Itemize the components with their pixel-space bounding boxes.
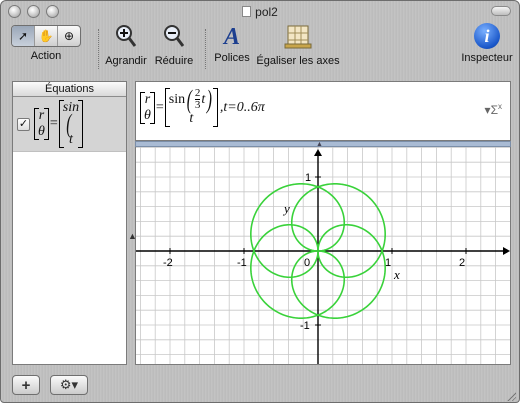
window-title: pol2 [1,5,519,19]
x-tick-label: 0 [304,257,310,269]
zoom-in-button[interactable]: Agrandir [101,23,151,67]
fonts-button[interactable]: A Polices [211,23,253,64]
editor-range: ,t=0..6π [219,99,265,115]
sigma-menu-button[interactable]: ▾Σx [485,102,502,117]
fonts-icon: A [223,24,240,50]
toolbar: ➚ ✋ ⊕ Action Agrandir Réduire A Polices … [1,23,519,79]
zoom-in-icon [116,25,137,47]
magnify-icon[interactable]: ⊕ [58,26,80,46]
zoom-in-label: Agrandir [105,55,147,67]
toolbar-separator [205,29,206,69]
rhs-matrix: sin( t [58,100,84,148]
info-icon: i [474,23,500,49]
action-tool: ➚ ✋ ⊕ Action [8,23,84,62]
editor-rhs-matrix: sin ( 2 3 t ) t [164,84,218,127]
editor-fraction: 2 3 [194,87,201,111]
editor-lhs-matrix: r θ [140,91,155,124]
lhs-matrix: r θ [34,108,49,140]
equation-preview: r θ = sin( t [34,100,84,148]
fonts-label: Polices [214,52,250,64]
bottom-bar: + ⚙▾ [1,369,519,402]
rhs-sin: sin( [62,100,80,138]
document-icon [242,6,252,17]
pointer-icon[interactable]: ➚ [12,26,35,46]
editor-lhs-r: r [144,91,151,107]
zoom-out-button[interactable]: Réduire [151,23,197,67]
toolbar-separator [98,29,99,69]
zoom-out-label: Réduire [154,55,194,67]
action-label: Action [30,50,62,62]
y-axis-arrow [314,149,322,156]
x-axis-label: x [393,267,400,282]
editor-expression: r θ = sin ( 2 3 t ) t ,t=0..6π [140,84,265,127]
zoom-out-icon [164,25,185,47]
equals-sign: = [49,116,58,131]
axes [136,149,510,364]
equalize-axes-button[interactable]: Égaliser les axes [255,23,341,67]
y-axis-label: y [282,201,290,216]
x-tick-label: -1 [237,257,247,269]
equations-list: Équations ✓ r θ = sin( t [12,81,127,365]
inspector-button[interactable]: i Inspecteur [456,23,518,64]
hand-icon[interactable]: ✋ [35,26,58,46]
title-bar: pol2 [1,1,519,23]
y-tick-label: 1 [305,172,311,184]
editor-equals: = [155,99,164,115]
action-segmented-control[interactable]: ➚ ✋ ⊕ [11,25,81,47]
equation-row[interactable]: ✓ r θ = sin( t [13,97,126,152]
equations-header: Équations [13,82,126,97]
x-axis-arrow [503,247,510,255]
editor-rhs-sin: sin ( 2 3 t ) [168,84,213,114]
x-tick-label: -2 [163,257,173,269]
graph-view[interactable]: -2 -1 0 1 2 1 -1 x y [135,147,511,365]
equation-visible-checkbox[interactable]: ✓ [17,117,30,131]
x-tick-label: 1 [385,257,391,269]
x-tick-label: 2 [459,257,465,269]
toolbar-toggle-button[interactable] [491,6,511,16]
graph-canvas: -2 -1 0 1 2 1 -1 x y [136,147,510,364]
equation-editor[interactable]: r θ = sin ( 2 3 t ) t ,t=0..6π ▾Σx [135,81,511,141]
y-tick-label: -1 [300,320,310,332]
equalize-axes-icon [284,25,312,49]
inspector-label: Inspecteur [461,52,513,64]
lhs-r: r [38,108,45,123]
app-window: pol2 ➚ ✋ ⊕ Action Agrandir Réduire A Pol… [0,0,520,403]
gear-menu-button[interactable]: ⚙▾ [50,375,88,395]
equalize-axes-label: Égaliser les axes [256,55,340,67]
grid-lines [136,147,510,364]
add-equation-button[interactable]: + [12,375,40,395]
lhs-theta: θ [38,124,45,139]
resize-grip-icon[interactable] [506,391,516,401]
editor-lhs-theta: θ [144,107,151,123]
